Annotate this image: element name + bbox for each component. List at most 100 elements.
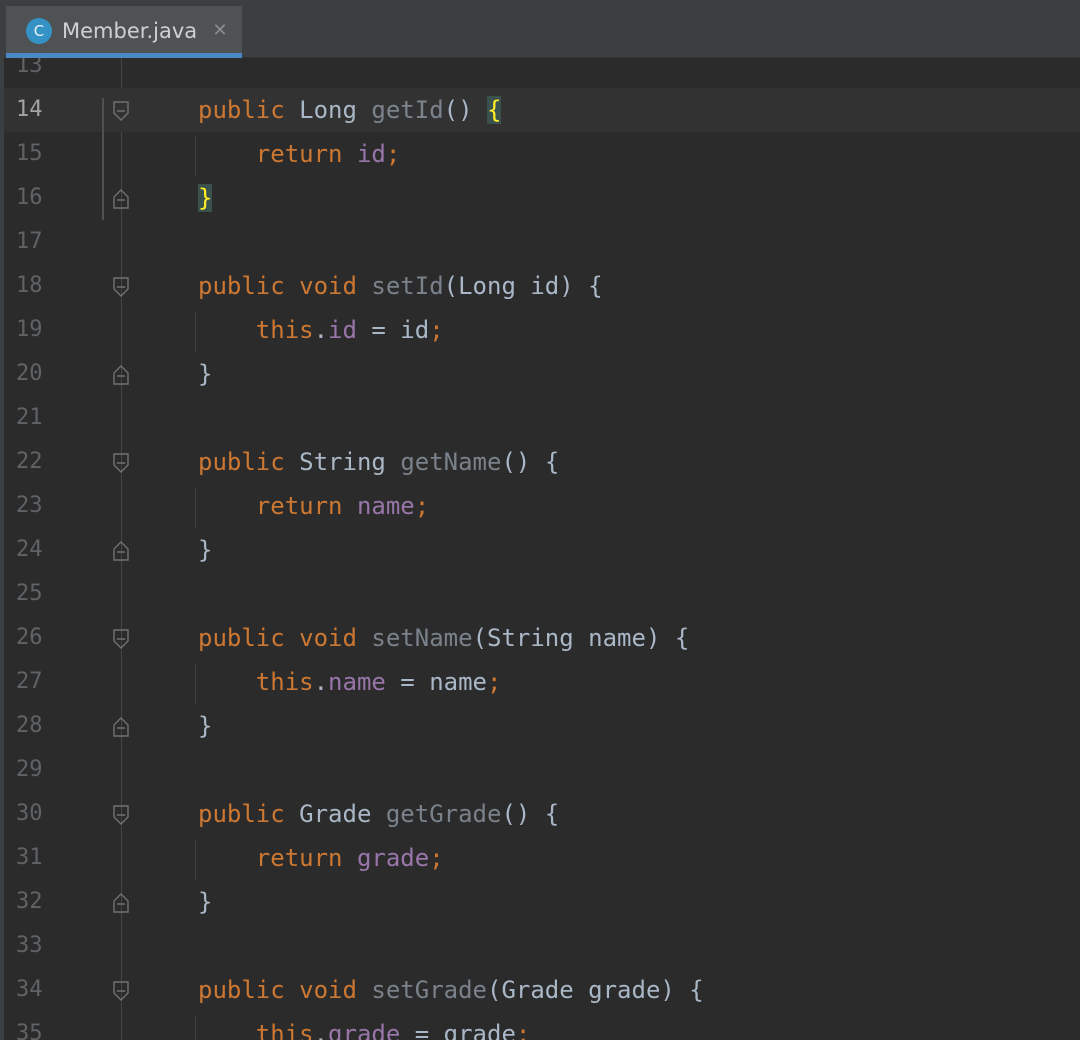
code-line[interactable]: 13 bbox=[4, 58, 1080, 88]
code-token: public bbox=[198, 96, 300, 124]
code-line[interactable]: 35 this.grade = grade; bbox=[4, 1012, 1080, 1040]
code-token: () { bbox=[501, 800, 560, 828]
fold-collapse-icon[interactable] bbox=[112, 452, 130, 474]
code-token: getId bbox=[371, 96, 444, 124]
tab-label: Member.java bbox=[62, 19, 198, 43]
code-token: } bbox=[198, 536, 213, 564]
code-token: grade bbox=[328, 1020, 401, 1040]
indent-guide bbox=[195, 312, 196, 352]
code-line[interactable]: 16} bbox=[4, 176, 1080, 220]
code-text: this.id = id; bbox=[198, 308, 444, 352]
code-token: ; bbox=[385, 140, 401, 168]
code-token: public bbox=[198, 272, 300, 300]
code-token: String bbox=[299, 448, 401, 476]
fold-end-icon[interactable] bbox=[112, 540, 130, 562]
code-line[interactable]: 24} bbox=[4, 528, 1080, 572]
indent-guide bbox=[195, 1016, 196, 1040]
fold-end-icon[interactable] bbox=[112, 892, 130, 914]
code-token: (Grade grade) { bbox=[487, 976, 704, 1004]
code-line[interactable]: 26 public void setName(String name) { bbox=[4, 616, 1080, 660]
line-number: 28 bbox=[16, 713, 43, 738]
code-text: public void setName(String name) { bbox=[198, 616, 689, 660]
code-line[interactable]: 22 public String getName() { bbox=[4, 440, 1080, 484]
fold-end-icon[interactable] bbox=[112, 188, 130, 210]
line-number: 20 bbox=[16, 361, 43, 386]
code-token: public bbox=[198, 800, 300, 828]
code-text: this.name = name; bbox=[198, 660, 502, 704]
code-token: public bbox=[198, 448, 300, 476]
code-token: setGrade bbox=[371, 976, 487, 1004]
code-text: } bbox=[198, 880, 212, 924]
code-line[interactable]: 32} bbox=[4, 880, 1080, 924]
code-token: } bbox=[198, 888, 213, 916]
code-line[interactable]: 15 return id; bbox=[4, 132, 1080, 176]
indent-guide bbox=[195, 840, 196, 880]
code-line[interactable]: 29 bbox=[4, 748, 1080, 792]
close-icon[interactable]: ✕ bbox=[208, 18, 232, 44]
code-token: this bbox=[255, 316, 314, 344]
line-number: 31 bbox=[16, 845, 43, 870]
line-number: 22 bbox=[16, 449, 43, 474]
code-token: void bbox=[299, 272, 372, 300]
code-line[interactable]: 25 bbox=[4, 572, 1080, 616]
code-token: return bbox=[255, 492, 357, 520]
code-text: return name; bbox=[198, 484, 429, 528]
line-number: 25 bbox=[16, 581, 43, 606]
fold-collapse-icon[interactable] bbox=[112, 276, 130, 298]
code-line[interactable]: 19 this.id = id; bbox=[4, 308, 1080, 352]
code-text: public Long getId() { bbox=[198, 88, 502, 132]
code-text: public void setGrade(Grade grade) { bbox=[198, 968, 704, 1012]
code-text: public String getName() { bbox=[198, 440, 559, 484]
code-text: this.grade = grade; bbox=[198, 1012, 531, 1040]
code-line[interactable]: 18 public void setId(Long id) { bbox=[4, 264, 1080, 308]
java-class-icon: C bbox=[26, 18, 52, 44]
code-line[interactable]: 34 public void setGrade(Grade grade) { bbox=[4, 968, 1080, 1012]
code-token: return bbox=[255, 140, 357, 168]
line-number: 30 bbox=[16, 801, 43, 826]
line-number: 16 bbox=[16, 185, 43, 210]
line-number: 19 bbox=[16, 317, 43, 342]
fold-collapse-icon[interactable] bbox=[112, 628, 130, 650]
code-token: { bbox=[487, 96, 502, 124]
line-number: 23 bbox=[16, 493, 43, 518]
code-line[interactable]: 21 bbox=[4, 396, 1080, 440]
tab-member-java[interactable]: C Member.java ✕ bbox=[6, 6, 242, 58]
fold-collapse-icon[interactable] bbox=[112, 100, 130, 122]
code-token: () bbox=[443, 96, 488, 124]
code-line[interactable]: 31 return grade; bbox=[4, 836, 1080, 880]
code-editor[interactable]: 13 14 public Long getId() {15 return id; 16… bbox=[4, 58, 1080, 1040]
code-line[interactable]: 23 return name; bbox=[4, 484, 1080, 528]
code-line[interactable]: 14 public Long getId() { bbox=[4, 88, 1080, 132]
line-number: 14 bbox=[16, 97, 43, 122]
code-line[interactable]: 27 this.name = name; bbox=[4, 660, 1080, 704]
fold-end-icon[interactable] bbox=[112, 716, 130, 738]
code-text: return id; bbox=[198, 132, 401, 176]
line-number: 34 bbox=[16, 977, 43, 1002]
fold-collapse-icon[interactable] bbox=[112, 804, 130, 826]
code-line[interactable]: 17 bbox=[4, 220, 1080, 264]
code-text: public void setId(Long id) { bbox=[198, 264, 603, 308]
code-line[interactable]: 20} bbox=[4, 352, 1080, 396]
code-token: name bbox=[328, 668, 386, 696]
code-lines: 13 14 public Long getId() {15 return id; 16… bbox=[4, 58, 1080, 1040]
line-number: 17 bbox=[16, 229, 43, 254]
code-token: . bbox=[313, 668, 329, 696]
line-number: 13 bbox=[16, 58, 43, 78]
fold-collapse-icon[interactable] bbox=[112, 980, 130, 1002]
code-token: name bbox=[356, 492, 415, 520]
code-token: ; bbox=[429, 844, 444, 872]
code-token: Grade bbox=[299, 800, 386, 828]
code-line[interactable]: 30 public Grade getGrade() { bbox=[4, 792, 1080, 836]
code-token: id bbox=[356, 140, 386, 168]
fold-end-icon[interactable] bbox=[112, 364, 130, 386]
code-token: return bbox=[255, 844, 357, 872]
code-text: } bbox=[198, 528, 212, 572]
code-line[interactable]: 33 bbox=[4, 924, 1080, 968]
indent-guide bbox=[195, 488, 196, 528]
indent-guide bbox=[195, 664, 196, 704]
line-number: 35 bbox=[16, 1021, 43, 1040]
code-line[interactable]: 28} bbox=[4, 704, 1080, 748]
